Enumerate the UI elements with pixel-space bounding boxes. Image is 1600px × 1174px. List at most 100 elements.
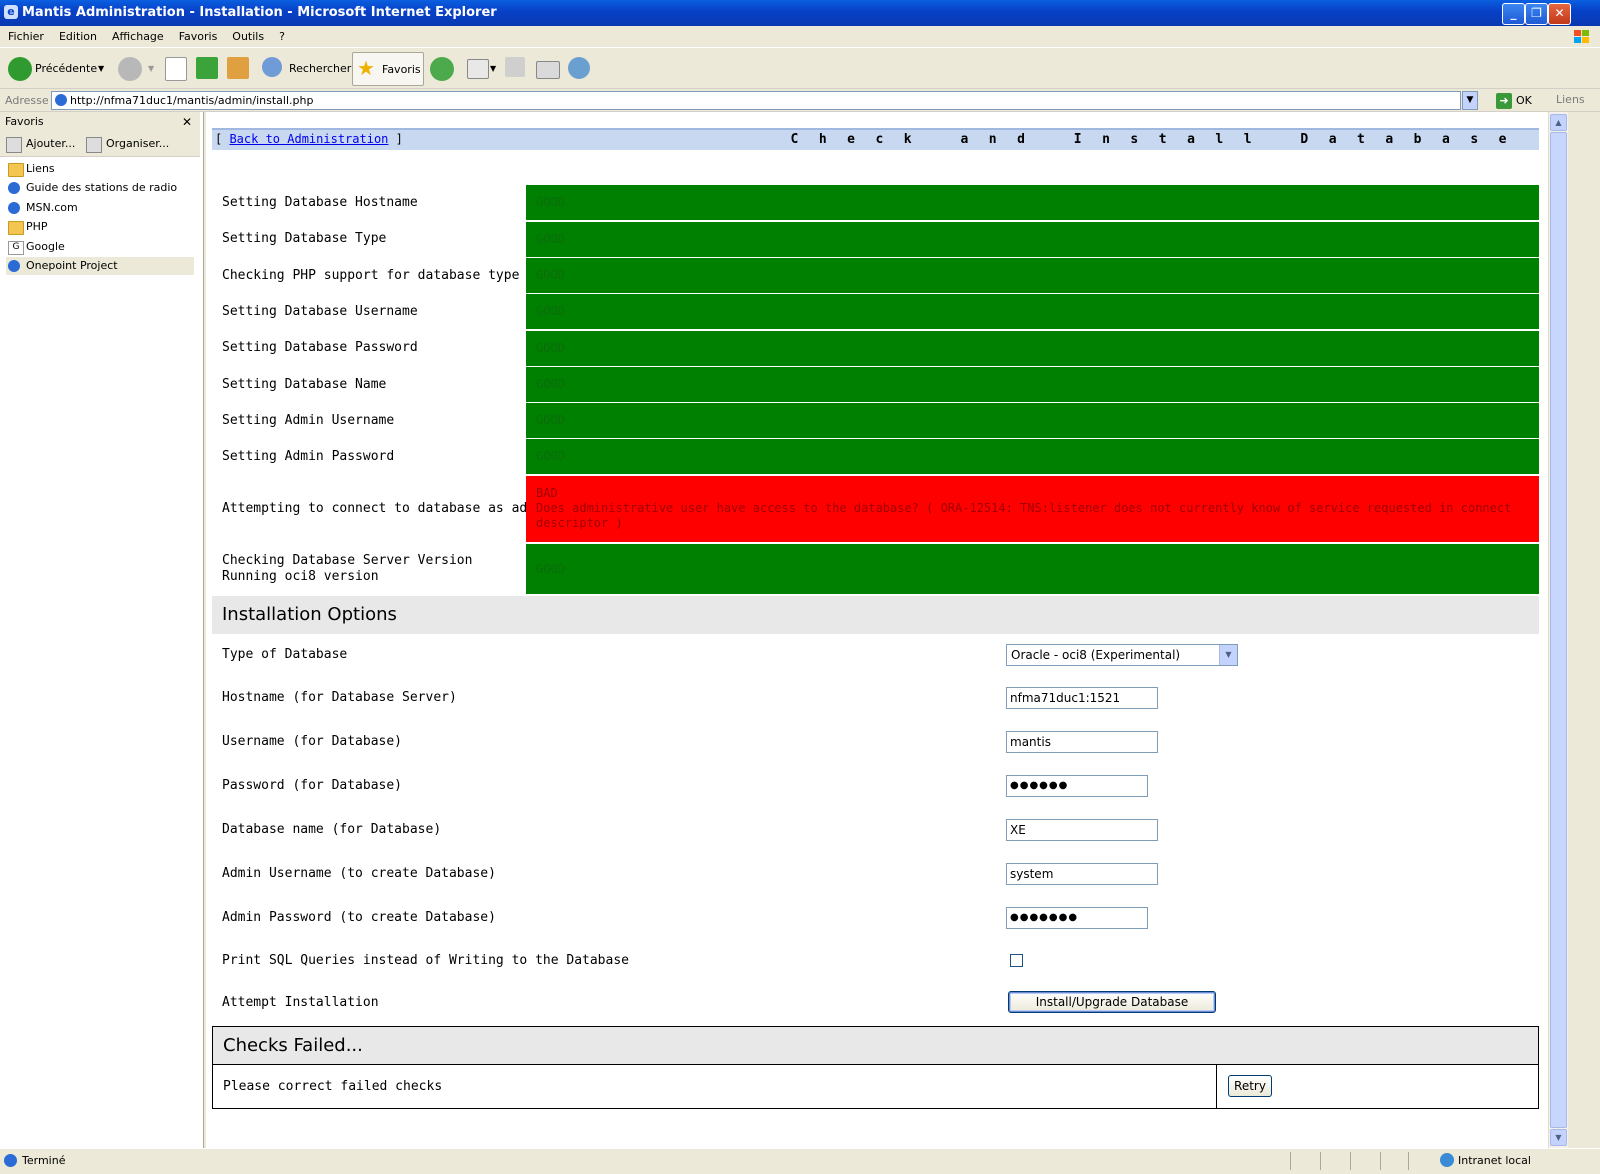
mail-icon[interactable] <box>467 59 489 79</box>
menu-bar: Fichier Edition Affichage Favoris Outils? <box>0 26 1600 48</box>
favorite-item-msn[interactable]: MSN.com <box>6 199 194 217</box>
search-button-label[interactable]: Rechercher <box>289 55 351 83</box>
add-favorite-button[interactable]: Ajouter... <box>26 137 75 150</box>
messenger-icon[interactable] <box>568 57 590 79</box>
check-result-detail: Does administrative user have access to … <box>536 501 1512 530</box>
scroll-thumb[interactable] <box>1550 132 1567 1128</box>
dbname-label: Database name (for Database) <box>222 822 442 837</box>
scroll-up-icon[interactable]: ▲ <box>1550 114 1567 131</box>
username-label: Username (for Database) <box>222 734 403 749</box>
home-icon[interactable] <box>227 57 249 79</box>
check-result-failed: BAD Does administrative user have access… <box>526 476 1539 542</box>
username-input[interactable]: mantis <box>1006 731 1158 753</box>
menu-edit[interactable]: Edition <box>51 26 104 43</box>
install-upgrade-button[interactable]: Install/Upgrade Database <box>1008 991 1216 1013</box>
intranet-zone-icon <box>1440 1153 1454 1167</box>
status-divider <box>1320 1152 1321 1170</box>
admin-password-label: Admin Password (to create Database) <box>222 910 496 925</box>
window-title-bar[interactable]: e Mantis Administration - Installation -… <box>0 0 1600 26</box>
admin-username-input[interactable]: system <box>1006 863 1158 885</box>
links-label[interactable]: Liens <box>1556 93 1585 106</box>
db-type-select[interactable]: Oracle - oci8 (Experimental) ▼ <box>1006 644 1238 666</box>
mail-dropdown-icon[interactable]: ▼ <box>490 55 496 83</box>
stop-icon[interactable] <box>165 57 187 81</box>
favorites-button[interactable]: ★ Favoris <box>352 52 424 86</box>
close-button[interactable]: ✕ <box>1548 3 1571 25</box>
status-divider <box>1350 1152 1351 1170</box>
installation-options-header: Installation Options <box>212 596 1539 634</box>
back-to-admin-link[interactable]: Back to Administration <box>229 132 388 146</box>
password-input[interactable]: ●●●●●● <box>1006 775 1148 797</box>
favorite-label: PHP <box>26 220 48 233</box>
print-sql-checkbox[interactable] <box>1010 954 1023 967</box>
address-label: Adresse <box>5 94 49 107</box>
folder-icon <box>8 163 24 177</box>
checks-failed-box: Checks Failed... Please correct failed c… <box>212 1026 1539 1109</box>
favorites-button-label: Favoris <box>382 63 421 76</box>
status-divider <box>1408 1152 1409 1170</box>
vertical-scrollbar[interactable]: ▲ ▼ <box>1548 112 1568 1148</box>
address-bar: Adresse http://nfma71duc1/mantis/admin/i… <box>0 90 1600 112</box>
organize-favorites-button[interactable]: Organiser... <box>106 137 169 150</box>
status-divider <box>1380 1152 1381 1170</box>
back-dropdown-icon[interactable]: ▼ <box>98 55 104 83</box>
favorites-pane: Favoris ✕ Ajouter... Organiser... Liens … <box>0 112 204 1148</box>
back-arrow-icon[interactable] <box>8 57 32 81</box>
page-content: [ Back to Administration ] Check and Ins… <box>206 112 1548 1148</box>
page-done-icon <box>4 1154 17 1167</box>
maximize-button[interactable]: ❐ <box>1525 3 1548 25</box>
chevron-down-icon[interactable]: ▼ <box>1219 645 1237 665</box>
check-result: GOOD <box>526 367 1539 402</box>
admin-password-input[interactable]: ●●●●●●● <box>1006 907 1148 929</box>
check-label: Checking Database Server Version <box>222 553 473 568</box>
check-result: GOOD <box>526 258 1539 293</box>
search-icon[interactable] <box>262 57 282 77</box>
checks-failed-header: Checks Failed... <box>213 1027 1538 1065</box>
favorites-close-icon[interactable]: ✕ <box>182 112 192 132</box>
hostname-label: Hostname (for Database Server) <box>222 690 457 705</box>
organize-favorites-icon <box>86 137 102 153</box>
ie-page-icon <box>8 182 20 194</box>
menu-help[interactable]: ? <box>271 26 292 43</box>
status-divider <box>1290 1152 1291 1170</box>
forward-arrow-icon[interactable] <box>118 57 142 81</box>
check-label: Setting Database Password <box>222 340 418 355</box>
folder-icon <box>8 221 24 235</box>
print-sql-label: Print SQL Queries instead of Writing to … <box>222 953 629 968</box>
db-type-label: Type of Database <box>222 647 348 662</box>
menu-favorites[interactable]: Favoris <box>171 26 225 43</box>
address-input[interactable]: http://nfma71duc1/mantis/admin/install.p… <box>51 91 1461 110</box>
ie-app-icon: e <box>4 5 18 19</box>
menu-tools[interactable]: Outils <box>224 26 271 43</box>
page-header-bar: [ Back to Administration ] Check and Ins… <box>212 128 1539 150</box>
retry-button[interactable]: Retry <box>1228 1075 1272 1097</box>
edit-icon[interactable] <box>536 61 560 79</box>
print-icon[interactable] <box>505 57 525 77</box>
add-favorite-icon <box>6 137 22 153</box>
favorite-item-php[interactable]: PHP <box>6 218 194 236</box>
favorite-item-radio[interactable]: Guide des stations de radio <box>6 179 194 197</box>
menu-file[interactable]: Fichier <box>0 26 51 43</box>
window-title: Mantis Administration - Installation - M… <box>22 5 497 20</box>
hostname-input[interactable]: nfma71duc1:1521 <box>1006 687 1158 709</box>
scroll-down-icon[interactable]: ▼ <box>1550 1129 1567 1146</box>
favorite-item-google[interactable]: G Google <box>6 238 194 256</box>
menu-view[interactable]: Affichage <box>104 26 171 43</box>
go-arrow-icon: ➜ <box>1496 93 1512 109</box>
windows-logo-icon <box>1572 28 1592 46</box>
go-button[interactable]: ➜ OK <box>1494 91 1532 111</box>
db-type-value: Oracle - oci8 (Experimental) <box>1011 648 1181 662</box>
check-label: Setting Admin Username <box>222 413 395 428</box>
back-button-label[interactable]: Précédente <box>35 55 97 83</box>
favorite-item-onepoint[interactable]: Onepoint Project <box>6 257 194 275</box>
refresh-icon[interactable] <box>196 57 218 79</box>
forward-dropdown-icon[interactable]: ▼ <box>148 55 154 83</box>
history-icon[interactable] <box>430 57 454 81</box>
favorite-label: Google <box>26 240 65 253</box>
toolbar: Précédente ▼ ▼ Rechercher ★ Favoris ▼ <box>0 49 1600 89</box>
check-label: Checking PHP support for database type <box>222 268 520 283</box>
minimize-button[interactable]: _ <box>1502 3 1525 25</box>
dbname-input[interactable]: XE <box>1006 819 1158 841</box>
favorite-item-liens[interactable]: Liens <box>6 160 194 178</box>
address-dropdown-icon[interactable]: ▼ <box>1462 91 1478 110</box>
